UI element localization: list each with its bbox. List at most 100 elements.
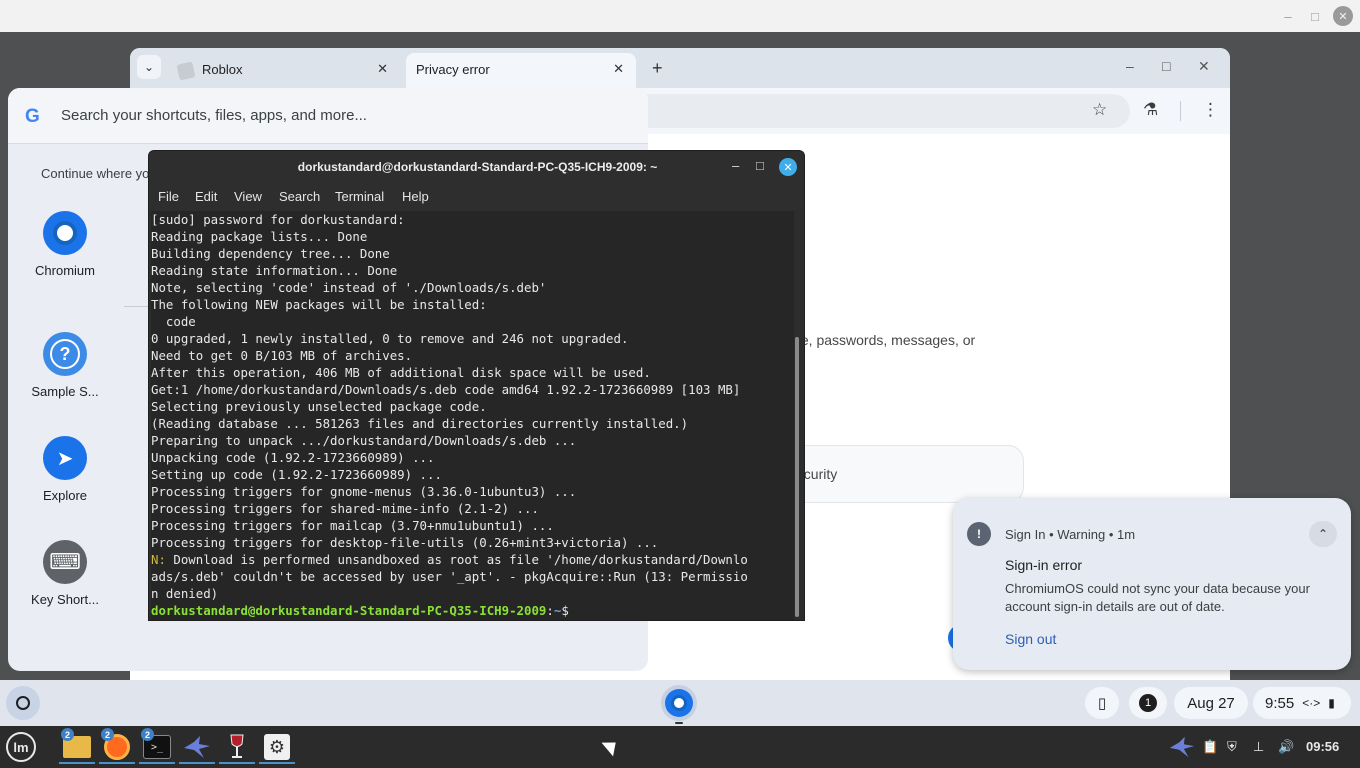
browser-maximize-button[interactable]: □ bbox=[1162, 58, 1170, 74]
menu-terminal[interactable]: Terminal bbox=[335, 189, 384, 204]
terminal-line: Unpacking code (1.92.2-1723660989) ... bbox=[151, 450, 435, 465]
terminal-line: (Reading database ... 581263 files and d… bbox=[151, 416, 689, 431]
terminal-line: Processing triggers for shared-mime-info… bbox=[151, 501, 539, 516]
tab-search-button[interactable]: ⌄ bbox=[137, 55, 161, 79]
browser-minimize-button[interactable]: – bbox=[1126, 58, 1134, 74]
vm-minimize-button[interactable]: – bbox=[1278, 6, 1298, 26]
window-count-badge: 2 bbox=[141, 728, 154, 741]
terminal-line: Reading package lists... Done bbox=[151, 229, 368, 244]
terminal-line: Processing triggers for desktop-file-uti… bbox=[151, 535, 659, 550]
tray-bird-icon[interactable] bbox=[1168, 734, 1196, 760]
collapse-notification-button[interactable]: ⌃ bbox=[1309, 521, 1337, 547]
terminal-line: Processing triggers for mailcap (3.70+nm… bbox=[151, 518, 554, 533]
prompt-separator: : bbox=[546, 603, 554, 618]
terminal-line: Setting up code (1.92.2-1723660989) ... bbox=[151, 467, 442, 482]
launcher-search-bar[interactable]: G Search your shortcuts, files, apps, an… bbox=[8, 88, 648, 144]
terminal-line: Selecting previously unselected package … bbox=[151, 399, 487, 414]
prompt-user: dorkustandard@dorkustandard-Standard-PC-… bbox=[151, 603, 547, 618]
labs-icon[interactable]: ⚗ bbox=[1143, 100, 1158, 120]
menu-file[interactable]: File bbox=[158, 189, 179, 204]
mint-menu-icon[interactable]: lm bbox=[6, 732, 36, 762]
menu-view[interactable]: View bbox=[234, 189, 262, 204]
browser-close-button[interactable]: ✕ bbox=[1198, 58, 1210, 75]
terminal-line: Note, selecting 'code' instead of './Dow… bbox=[151, 280, 547, 295]
notification-counter-button[interactable]: 1 bbox=[1129, 687, 1167, 719]
running-indicator bbox=[675, 722, 683, 724]
shield-icon[interactable]: ⛨ bbox=[1227, 739, 1237, 755]
date-tray[interactable]: Aug 27 bbox=[1174, 687, 1248, 719]
panel-app-bird[interactable] bbox=[179, 730, 215, 764]
terminal-title: dorkustandard@dorkustandard-Standard-PC-… bbox=[297, 160, 658, 174]
shelf-chromium-app[interactable] bbox=[661, 685, 697, 721]
bookmark-star-icon[interactable]: ☆ bbox=[1092, 100, 1107, 120]
settings-icon: ⚙ bbox=[264, 734, 290, 760]
launcher-search-input[interactable]: Search your shortcuts, files, apps, and … bbox=[61, 107, 367, 124]
panel-app-settings[interactable]: ⚙ bbox=[259, 730, 295, 764]
vm-maximize-button[interactable]: □ bbox=[1305, 6, 1325, 26]
window-count-badge: 2 bbox=[101, 728, 114, 741]
privacy-error-text: ple, passwords, messages, or bbox=[790, 332, 976, 348]
terminal-scrollbar[interactable] bbox=[795, 337, 799, 617]
launcher-button[interactable] bbox=[6, 686, 40, 720]
new-tab-button[interactable]: + bbox=[652, 58, 663, 79]
menu-search[interactable]: Search bbox=[279, 189, 320, 204]
app-chromium[interactable]: Chromium bbox=[22, 211, 108, 278]
panel-clock[interactable]: 09:56 bbox=[1306, 739, 1339, 754]
launcher-circle-icon bbox=[16, 696, 30, 710]
app-label: Sample S... bbox=[31, 384, 99, 399]
tab-close-icon[interactable]: ✕ bbox=[613, 61, 624, 77]
tab-privacy-error[interactable]: Privacy error ✕ bbox=[406, 53, 636, 88]
sign-out-button[interactable]: Sign out bbox=[1005, 631, 1056, 647]
terminal-prompt[interactable]: dorkustandard@dorkustandard-Standard-PC-… bbox=[151, 602, 794, 619]
vm-close-button[interactable]: ✕ bbox=[1333, 6, 1353, 26]
app-label: Key Short... bbox=[31, 592, 99, 607]
network-tray-icon[interactable]: ⊥ bbox=[1253, 739, 1264, 755]
app-sample-s[interactable]: ? Sample S... bbox=[22, 332, 108, 399]
tab-title: Roblox bbox=[202, 62, 243, 77]
sign-in-notification[interactable]: ! Sign In • Warning • 1m ⌃ Sign-in error… bbox=[953, 498, 1351, 670]
volume-icon[interactable]: 🔊 bbox=[1278, 739, 1294, 755]
mint-panel: lm 2 2 >_ 2 ⚙ 📋 ⛨ ⊥ 🔊 09:56 bbox=[0, 726, 1360, 768]
google-logo-icon: G bbox=[25, 106, 40, 127]
terminal-line: [sudo] password for dorkustandard: bbox=[151, 212, 405, 227]
terminal-line: Preparing to unpack .../dorkustandard/Do… bbox=[151, 433, 577, 448]
chromeos-shelf: ▯ 1 Aug 27 9:55 <·> ▮ bbox=[0, 680, 1360, 726]
terminal-titlebar[interactable]: dorkustandard@dorkustandard-Standard-PC-… bbox=[149, 151, 804, 183]
note-text: Download is performed unsandboxed as roo… bbox=[165, 552, 748, 567]
terminal-minimize-button[interactable]: – bbox=[732, 158, 739, 173]
terminal-maximize-button[interactable]: □ bbox=[756, 158, 764, 173]
terminal-output[interactable]: [sudo] password for dorkustandard: Readi… bbox=[151, 211, 794, 620]
app-key-shortcuts[interactable]: ⌨ Key Short... bbox=[22, 540, 108, 607]
panel-app-files[interactable]: 2 bbox=[59, 728, 95, 764]
browser-menu-icon[interactable]: ⋮ bbox=[1202, 100, 1219, 120]
panel-app-firefox[interactable]: 2 bbox=[99, 728, 135, 764]
app-explore[interactable]: ➤ Explore bbox=[22, 436, 108, 503]
terminal-window: dorkustandard@dorkustandard-Standard-PC-… bbox=[148, 150, 805, 621]
status-area[interactable]: 9:55 <·> ▮ bbox=[1253, 687, 1351, 719]
panel-app-terminal[interactable]: >_ 2 bbox=[139, 728, 175, 764]
chromium-icon bbox=[43, 211, 87, 255]
tab-roblox[interactable]: Roblox ✕ bbox=[170, 53, 400, 88]
panel-app-wine[interactable] bbox=[219, 730, 255, 764]
app-label: Explore bbox=[42, 488, 88, 503]
terminal-note-line: N: Download is performed unsandboxed as … bbox=[151, 551, 794, 568]
bird-icon bbox=[184, 736, 210, 758]
prompt-symbol: $ bbox=[561, 603, 569, 618]
menu-edit[interactable]: Edit bbox=[195, 189, 217, 204]
terminal-close-button[interactable]: ✕ bbox=[779, 158, 797, 176]
tab-close-icon[interactable]: ✕ bbox=[377, 61, 388, 77]
terminal-line: After this operation, 406 MB of addition… bbox=[151, 365, 651, 380]
active-indicator bbox=[99, 762, 135, 764]
phone-icon: ▯ bbox=[1097, 695, 1107, 712]
notification-source: Sign In bbox=[1005, 527, 1046, 542]
menu-help[interactable]: Help bbox=[402, 189, 429, 204]
clipboard-icon[interactable]: 📋 bbox=[1202, 739, 1218, 755]
battery-icon: ▮ bbox=[1328, 696, 1335, 710]
window-count-badge: 2 bbox=[61, 728, 74, 741]
phone-hub-button[interactable]: ▯ bbox=[1085, 687, 1119, 719]
keyboard-icon: ⌨ bbox=[43, 540, 87, 584]
notification-body: ChromiumOS could not sync your data beca… bbox=[1005, 581, 1310, 614]
roblox-favicon-icon bbox=[176, 61, 196, 81]
terminal-line: The following NEW packages will be insta… bbox=[151, 297, 487, 312]
terminal-menubar: File Edit View Search Terminal Help bbox=[149, 183, 804, 211]
